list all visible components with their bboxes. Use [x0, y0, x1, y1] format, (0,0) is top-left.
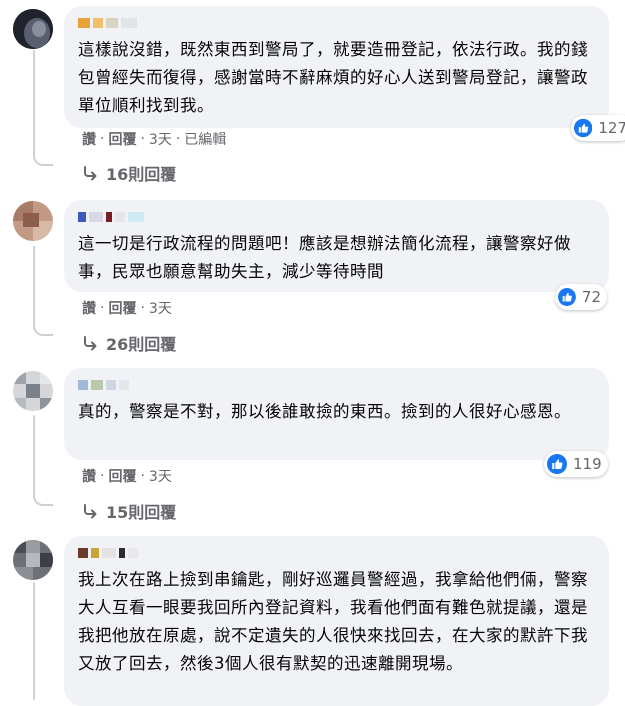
separator: · [100, 468, 105, 484]
like-icon [574, 118, 593, 138]
avatar-image [13, 9, 53, 49]
view-replies-button[interactable]: 26則回覆 [82, 331, 176, 355]
separator: · [100, 300, 105, 316]
reaction-summary[interactable]: 72 [555, 284, 607, 310]
author-name-blurred[interactable] [78, 16, 595, 30]
avatar[interactable] [13, 371, 53, 411]
thread-elbow [33, 150, 53, 166]
thread-line [33, 582, 35, 700]
comment-bubble: 這樣說沒錯，既然東西到警局了，就要造冊登記，依法行政。我的錢包曾經失而復得，感謝… [64, 6, 609, 128]
timestamp[interactable]: 3天 [149, 466, 172, 486]
reply-arrow-icon [84, 336, 97, 351]
reply-arrow-icon [84, 166, 97, 181]
comment-actions: 讚 · 回覆 · 3天 [82, 466, 172, 486]
reply-button[interactable]: 回覆 [108, 129, 136, 149]
author-name-blurred[interactable] [78, 210, 595, 224]
reaction-count: 127 [598, 119, 625, 137]
view-replies-button[interactable]: 15則回覆 [82, 499, 176, 523]
replies-count-label: 15則回覆 [106, 503, 177, 522]
reply-arrow-icon [84, 504, 97, 519]
reaction-summary[interactable]: 127 [571, 115, 625, 141]
timestamp[interactable]: 3天 [149, 298, 172, 318]
comment-text: 這樣說沒錯，既然東西到警局了，就要造冊登記，依法行政。我的錢包曾經失而復得，感謝… [78, 40, 588, 115]
comment-bubble: 真的，警察是不對，那以後誰敢撿的東西。撿到的人很好心感恩。 [64, 368, 609, 460]
avatar[interactable] [13, 9, 53, 49]
reply-button[interactable]: 回覆 [108, 298, 136, 318]
avatar-image [13, 201, 53, 241]
thread-line [33, 50, 35, 154]
comment-text: 我上次在路上撿到串鑰匙，剛好巡邏員警經過，我拿給他們倆，警察大人互看一眼要我回所… [78, 570, 588, 673]
avatar-image [13, 540, 53, 580]
separator: · [100, 131, 105, 147]
comment-bubble: 這一切是行政流程的問題吧！應該是想辦法簡化流程，讓警察好做事，民眾也願意幫助失主… [64, 200, 609, 292]
replies-count-label: 16則回覆 [106, 165, 177, 184]
like-button[interactable]: 讚 [82, 466, 96, 486]
separator: · [140, 131, 145, 147]
thread-elbow [33, 490, 53, 506]
reaction-count: 72 [581, 288, 601, 306]
avatar[interactable] [13, 540, 53, 580]
like-button[interactable]: 讚 [82, 298, 96, 318]
reply-button[interactable]: 回覆 [108, 466, 136, 486]
timestamp[interactable]: 3天 [149, 129, 172, 149]
author-name-blurred[interactable] [78, 378, 595, 392]
comment-text: 真的，警察是不對，那以後誰敢撿的東西。撿到的人很好心感恩。 [78, 402, 571, 421]
reaction-count: 119 [573, 455, 602, 473]
comment-text: 這一切是行政流程的問題吧！應該是想辦法簡化流程，讓警察好做事，民眾也願意幫助失主… [78, 234, 571, 281]
thread-line [33, 415, 35, 493]
author-name-blurred[interactable] [78, 546, 595, 560]
separator: · [175, 131, 181, 147]
like-icon [558, 288, 576, 306]
like-button[interactable]: 讚 [82, 129, 96, 149]
comment-actions: 讚 · 回覆 · 3天 [82, 298, 172, 318]
like-icon [547, 454, 567, 474]
thread-line [33, 246, 35, 324]
view-replies-button[interactable]: 16則回覆 [82, 161, 176, 185]
replies-count-label: 26則回覆 [106, 335, 177, 354]
thread-elbow [33, 320, 53, 336]
reaction-summary[interactable]: 119 [544, 451, 608, 477]
edited-label: 已編輯 [184, 132, 227, 148]
comment-actions: 讚 · 回覆 · 3天 · 已編輯 [82, 129, 226, 149]
avatar-image [13, 371, 53, 411]
avatar[interactable] [13, 201, 53, 241]
separator: · [140, 300, 145, 316]
comment-bubble: 我上次在路上撿到串鑰匙，剛好巡邏員警經過，我拿給他們倆，警察大人互看一眼要我回所… [64, 536, 609, 706]
separator: · [140, 468, 145, 484]
